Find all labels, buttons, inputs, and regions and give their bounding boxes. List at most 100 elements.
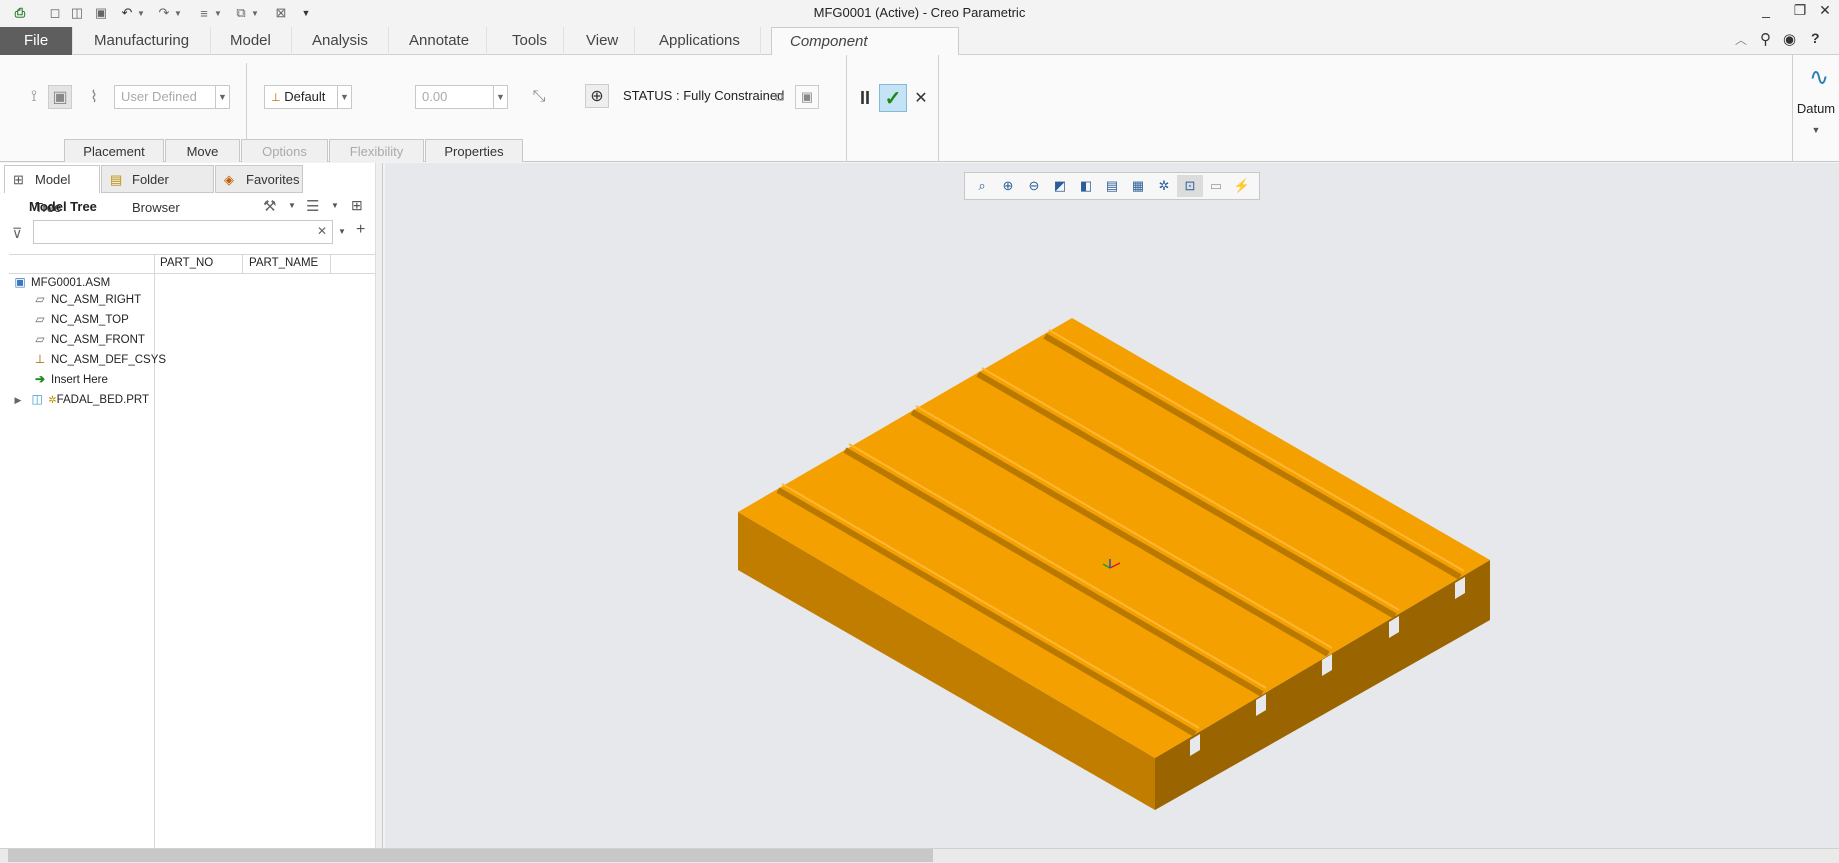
constraint-default-value: Default xyxy=(284,89,326,104)
filter-icon[interactable]: ⊽ xyxy=(12,225,22,242)
tree-item-label: NC_ASM_FRONT xyxy=(51,334,145,346)
add-icon[interactable]: + xyxy=(356,221,365,239)
tab-applications[interactable]: Applications xyxy=(641,27,761,55)
tab-component-placement[interactable]: Component Placement xyxy=(771,27,959,78)
tab-favorites-label: Favorites xyxy=(246,172,300,187)
search-icon[interactable]: ⚲ xyxy=(1760,30,1771,48)
mechanism-icon[interactable]: ⌇ xyxy=(82,85,106,109)
ribbon-tabs: File Manufacturing Model Analysis Annota… xyxy=(0,27,1839,78)
subtab-flexibility[interactable]: Flexibility xyxy=(329,139,424,162)
tree-item[interactable]: ▱ NC_ASM_TOP xyxy=(33,309,128,329)
subtab-move[interactable]: Move xyxy=(165,139,240,162)
tab-file[interactable]: File xyxy=(0,27,73,55)
tab-manufacturing[interactable]: Manufacturing xyxy=(76,27,211,55)
subtab-placement[interactable]: Placement xyxy=(64,139,164,162)
tree-item-label: MFG0001.ASM xyxy=(31,277,111,289)
tab-analysis[interactable]: Analysis xyxy=(294,27,389,55)
datum-dropdown-icon[interactable]: ▼ xyxy=(1809,125,1823,135)
datum-label[interactable]: Datum xyxy=(1793,101,1839,116)
saved-orientations-icon[interactable]: ▤ xyxy=(1099,175,1125,197)
help-icon[interactable]: ? xyxy=(1811,30,1820,46)
chevron-down-icon[interactable]: ▼ xyxy=(338,227,346,236)
separate-window-icon[interactable]: ⧉ xyxy=(767,85,791,109)
tab-favorites[interactable]: ◈ Favorites xyxy=(215,165,303,193)
favorites-icon: ◈ xyxy=(224,172,234,187)
ok-button[interactable]: ✓ xyxy=(879,84,907,112)
subtab-properties[interactable]: Properties xyxy=(425,139,523,162)
column-divider xyxy=(154,254,155,848)
insert-arrow-icon: ➔ xyxy=(34,372,46,386)
chevron-down-icon[interactable]: ▼ xyxy=(331,201,339,210)
title-bar: ⎙ ◻ ◫ ▣ ↶ ▼ ↷ ▼ ≡ ▼ ⧉ ▼ ⊠ ▼ MFG0001 (Act… xyxy=(0,0,1839,26)
component-placement-ribbon: ⟟ ▣ ⌇ User Defined ▼ ⊥ Default ▼ 0.00 ▼ … xyxy=(0,55,1839,162)
pause-icon[interactable]: II xyxy=(853,86,877,110)
tree-item[interactable]: ▶ ◫ ✲FADAL_BED.PRT xyxy=(13,389,150,410)
clear-search-icon[interactable]: ✕ xyxy=(317,224,327,238)
datum-icon[interactable]: ∿ xyxy=(1802,63,1836,92)
annotation-display-icon[interactable]: ▭ xyxy=(1203,175,1229,197)
csys-icon: ⊥ xyxy=(271,92,281,104)
tree-settings-icon[interactable]: ⚒ xyxy=(263,197,276,215)
offset-input[interactable]: 0.00 ▼ xyxy=(415,85,508,109)
tab-annotate[interactable]: Annotate xyxy=(391,27,487,55)
scrollbar-thumb[interactable] xyxy=(8,849,933,862)
zoom-in-icon[interactable]: ⊕ xyxy=(995,175,1021,197)
datum-plane-icon: ▱ xyxy=(35,292,45,306)
refit-icon[interactable]: ⌕ xyxy=(969,175,995,197)
model-tree-panel: ⊞ Model Tree ▤ Folder Browser ◈ Favorite… xyxy=(0,163,383,848)
close-button[interactable]: ✕ xyxy=(1812,2,1838,22)
tree-item[interactable]: ➔ Insert Here xyxy=(33,369,108,389)
constraint-type-value: User Defined xyxy=(121,89,197,104)
constraint-set-icon[interactable]: ▣ xyxy=(48,85,72,109)
connection-icon[interactable]: ⟟ xyxy=(22,85,46,109)
folder-icon: ▤ xyxy=(110,172,123,187)
tab-tools[interactable]: Tools xyxy=(494,27,564,55)
constraint-default-select[interactable]: ⊥ Default ▼ xyxy=(264,85,352,109)
column-part-no[interactable]: PART_NO xyxy=(160,257,213,269)
tab-model[interactable]: Model xyxy=(212,27,292,55)
view-toolbar: ⌕ ⊕ ⊖ ◩ ◧ ▤ ▦ ✲ ⊡ ▭ ⚡ xyxy=(964,172,1260,200)
divider xyxy=(938,55,939,161)
column-divider xyxy=(330,254,331,274)
tree-item[interactable]: ⊥ NC_ASM_DEF_CSYS xyxy=(33,349,166,369)
zoom-out-icon[interactable]: ⊖ xyxy=(1021,175,1047,197)
current-window-icon[interactable]: ▣ xyxy=(795,85,819,109)
panel-scrollbar[interactable] xyxy=(375,163,382,848)
tab-folder-browser[interactable]: ▤ Folder Browser xyxy=(101,165,214,215)
tab-folder-browser-label: Folder Browser xyxy=(132,172,180,215)
subtab-options[interactable]: Options xyxy=(241,139,328,162)
hide-columns-icon[interactable]: ⊞ xyxy=(351,197,363,214)
column-part-name[interactable]: PART_NAME xyxy=(249,257,318,269)
datum-plane-icon: ▱ xyxy=(35,332,45,346)
tab-view[interactable]: View xyxy=(568,27,635,55)
spin-center-icon[interactable]: ⊡ xyxy=(1177,175,1203,197)
flip-icon[interactable]: ⤡ xyxy=(527,85,551,109)
assembly-icon: ▣ xyxy=(14,275,26,289)
model-tree-icon: ⊞ xyxy=(13,172,24,187)
chevron-down-icon[interactable]: ▼ xyxy=(288,201,296,210)
datum-display-filters-icon[interactable]: ✲ xyxy=(1151,175,1177,197)
minimize-button[interactable]: _ xyxy=(1753,2,1779,22)
expand-icon[interactable]: ▶ xyxy=(13,390,23,410)
display-style-icon[interactable]: ◧ xyxy=(1073,175,1099,197)
tree-item[interactable]: ▱ NC_ASM_RIGHT xyxy=(33,289,141,309)
divider xyxy=(846,55,847,161)
search-input[interactable] xyxy=(33,220,333,244)
placement-status-icon[interactable]: ⊕ xyxy=(585,84,609,108)
repaint-icon[interactable]: ◩ xyxy=(1047,175,1073,197)
perspective-icon[interactable]: ⚡ xyxy=(1229,175,1255,197)
view-manager-icon[interactable]: ▦ xyxy=(1125,175,1151,197)
cancel-button[interactable]: ✕ xyxy=(909,86,933,110)
tree-item-label: Insert Here xyxy=(51,374,108,386)
collapse-ribbon-icon[interactable]: ︿ xyxy=(1735,31,1747,48)
maximize-button[interactable]: ❐ xyxy=(1787,2,1813,22)
constraint-type-select[interactable]: User Defined ▼ xyxy=(114,85,230,109)
tree-item-label: NC_ASM_RIGHT xyxy=(51,294,142,306)
offset-value: 0.00 xyxy=(422,89,448,104)
community-icon[interactable]: ◉ xyxy=(1783,30,1796,48)
tree-item[interactable]: ▱ NC_ASM_FRONT xyxy=(33,329,145,349)
tab-model-tree[interactable]: ⊞ Model Tree xyxy=(4,165,100,215)
show-icon[interactable]: ☰ xyxy=(306,197,319,215)
column-divider xyxy=(242,254,243,274)
fadal-bed-model[interactable] xyxy=(730,310,1500,820)
